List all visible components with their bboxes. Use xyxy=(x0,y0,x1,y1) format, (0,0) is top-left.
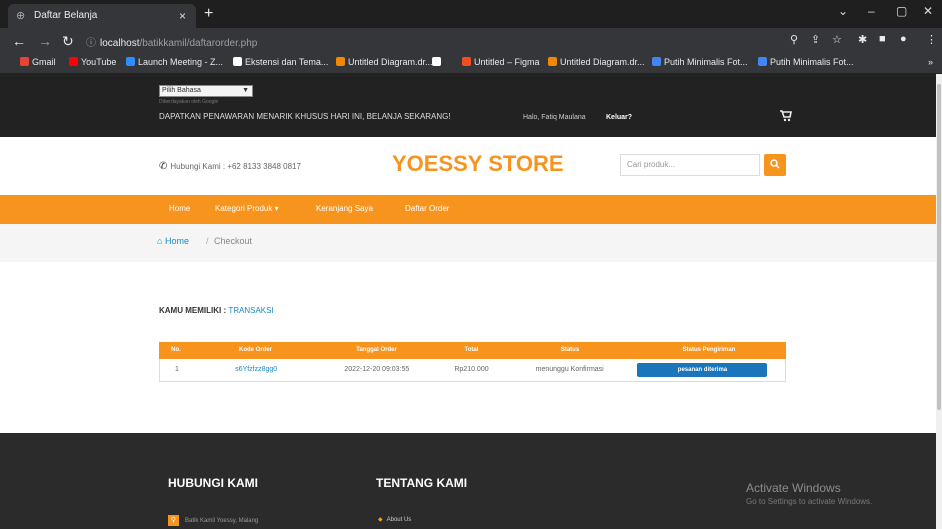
cell-date: 2022-12-20 09:03:55 xyxy=(344,366,410,373)
nav-home[interactable]: Home xyxy=(169,204,190,213)
cell-no: 1 xyxy=(174,366,179,373)
breadcrumb-separator: / xyxy=(206,236,209,246)
bookmark-icon xyxy=(69,57,78,66)
bookmark-icon xyxy=(336,57,345,66)
promo-text: DAPATKAN PENAWARAN MENARIK KHUSUS HARI I… xyxy=(159,112,451,121)
scrollbar-thumb[interactable] xyxy=(937,84,941,410)
order-code-link[interactable]: s6Yfzfzz8gg0 xyxy=(194,359,319,381)
browser-tab-bar: ⊕ Daftar Belanja × + ⌄ – ▢ ✕ xyxy=(0,0,942,28)
footer-contact-title: HUBUNGI KAMI xyxy=(168,476,258,490)
greeting-text: Halo, Fatiq Maulana xyxy=(523,114,586,121)
phone-icon: ✆ xyxy=(159,161,168,172)
page-scrollbar[interactable] xyxy=(936,74,942,529)
bookmark-item[interactable]: Putih Minimalis Fot... xyxy=(652,57,748,67)
info-icon: ⓘ xyxy=(86,38,96,49)
cell-total: Rp210.000 xyxy=(454,366,489,373)
browser-tab[interactable]: ⊕ Daftar Belanja × xyxy=(8,4,196,28)
language-select[interactable]: Pilih Bahasa ▼ xyxy=(159,85,253,97)
close-window-icon[interactable]: ✕ xyxy=(923,4,933,18)
bookmark-item[interactable]: Untitled Diagram.dr... xyxy=(548,57,645,67)
bookmark-item[interactable]: Ekstensi dan Tema... xyxy=(233,57,328,67)
store-logo[interactable]: YOESSY STORE xyxy=(392,151,564,177)
sidepanel-icon[interactable]: ■ xyxy=(879,33,886,45)
activate-windows-subtitle: Go to Settings to activate Windows. xyxy=(746,497,873,506)
menu-dots-icon[interactable]: ⋮ xyxy=(926,33,937,46)
table-row: 1 s6Yfzfzz8gg0 2022-12-20 09:03:55 Rp210… xyxy=(159,359,786,382)
site-footer: HUBUNGI KAMI TENTANG KAMI ⚲ Batik Kamil Y… xyxy=(0,433,942,529)
arrow-icon: ◆ xyxy=(378,517,383,523)
more-bookmarks-icon[interactable]: » xyxy=(928,57,933,67)
bookmark-icon xyxy=(548,57,557,66)
main-nav: Home Kategori Produk ▾ Keranjang Saya Da… xyxy=(0,195,942,224)
order-received-button[interactable]: pesanan diterima xyxy=(637,363,768,377)
bookmark-item[interactable]: Untitled Diagram.dr... xyxy=(336,57,433,67)
orders-heading: KAMU MEMILIKI : TRANSAKSI xyxy=(159,306,274,315)
bookmark-item[interactable]: Launch Meeting - Z... xyxy=(126,57,223,67)
column-header: Status xyxy=(560,347,580,353)
column-header: Tanggal Order xyxy=(356,347,397,353)
bookmark-icon xyxy=(462,57,471,66)
bookmark-item[interactable]: Untitled – Figma xyxy=(462,57,540,67)
table-header: No. Kode Order Tanggal Order Total Statu… xyxy=(159,342,786,359)
chevron-down-icon: ▼ xyxy=(242,87,249,94)
extensions-icon[interactable]: ✱ xyxy=(858,33,867,46)
bookmark-icon xyxy=(652,57,661,66)
tab-search-icon[interactable]: ⌄ xyxy=(838,4,848,18)
globe-icon: ⊕ xyxy=(16,10,26,22)
forward-icon[interactable]: → xyxy=(38,32,52,50)
orders-table: No. Kode Order Tanggal Order Total Statu… xyxy=(159,342,786,382)
bookmark-icon xyxy=(432,57,441,66)
tab-title: Daftar Belanja xyxy=(34,10,98,21)
column-header: Total xyxy=(464,347,479,353)
bookmark-item[interactable]: Putih Minimalis Fot... xyxy=(758,57,854,67)
column-header: Kode Order xyxy=(238,347,272,353)
column-header: Status Pengiriman xyxy=(682,347,736,353)
footer-about-link[interactable]: ◆ About Us xyxy=(378,516,411,523)
breadcrumb: ⌂ Home / Checkout xyxy=(0,224,942,262)
powered-by-text: Diberdayakan oleh Google xyxy=(159,99,219,105)
zoom-icon[interactable]: ⚲ xyxy=(790,33,798,46)
bookmark-item[interactable]: Gmail xyxy=(20,57,56,67)
search-input[interactable]: Cari produk... xyxy=(620,154,760,176)
address-bar: ← → ↻ ⓘ localhost/batikkamil/daftarorder.… xyxy=(0,28,942,54)
footer-about-title: TENTANG KAMI xyxy=(376,476,468,490)
map-pin-icon: ⚲ xyxy=(168,515,179,526)
minimize-icon[interactable]: – xyxy=(868,4,875,18)
close-tab-icon[interactable]: × xyxy=(179,4,186,28)
bookmark-item[interactable]: YouTube xyxy=(69,57,116,67)
nav-kategori-produk[interactable]: Kategori Produk ▾ xyxy=(215,204,279,213)
bookmark-icon xyxy=(20,57,29,66)
logout-link[interactable]: Keluar? xyxy=(606,114,632,121)
column-header: No. xyxy=(171,347,181,353)
home-icon: ⌂ xyxy=(157,236,163,246)
cell-status: menunggu Konfirmasi xyxy=(535,366,604,373)
search-button[interactable] xyxy=(764,154,786,176)
contact-phone: ✆ Hubungi Kami : +62 8133 3848 0817 xyxy=(159,161,301,172)
footer-address: ⚲ Batik Kamil Yoessy, Malang xyxy=(168,515,258,526)
back-icon[interactable]: ← xyxy=(12,32,26,50)
new-tab-icon[interactable]: + xyxy=(204,3,213,25)
bookmark-icon xyxy=(758,57,767,66)
breadcrumb-current: Checkout xyxy=(214,236,253,246)
share-icon[interactable]: ⇪ xyxy=(811,33,820,46)
bookmark-star-icon[interactable]: ☆ xyxy=(832,33,842,46)
bookmark-icon xyxy=(233,57,242,66)
url-field[interactable]: ⓘ localhost/batikkamil/daftarorder.php xyxy=(86,34,257,49)
nav-keranjang[interactable]: Keranjang Saya xyxy=(316,204,373,213)
site-header: ✆ Hubungi Kami : +62 8133 3848 0817 YOESS… xyxy=(0,137,942,195)
nav-daftar-order[interactable]: Daftar Order xyxy=(405,204,449,213)
cart-icon[interactable] xyxy=(779,109,792,125)
restore-icon[interactable]: ▢ xyxy=(896,4,907,18)
breadcrumb-home[interactable]: ⌂ Home xyxy=(157,236,189,246)
web-page: Pilih Bahasa ▼ Diberdayakan oleh Google … xyxy=(0,74,942,529)
bookmarks-bar: Gmail YouTube Launch Meeting - Z... Ekstens… xyxy=(0,54,942,74)
activate-windows-title: Activate Windows xyxy=(746,481,841,495)
reload-icon[interactable]: ↻ xyxy=(62,32,74,50)
profile-icon[interactable]: ● xyxy=(900,33,907,45)
bookmark-item[interactable] xyxy=(432,57,444,67)
chevron-down-icon: ▾ xyxy=(274,204,279,213)
cell-shipping: pesanan diterima xyxy=(631,359,785,381)
top-bar: Pilih Bahasa ▼ Diberdayakan oleh Google … xyxy=(0,74,942,137)
bookmark-icon xyxy=(126,57,135,66)
